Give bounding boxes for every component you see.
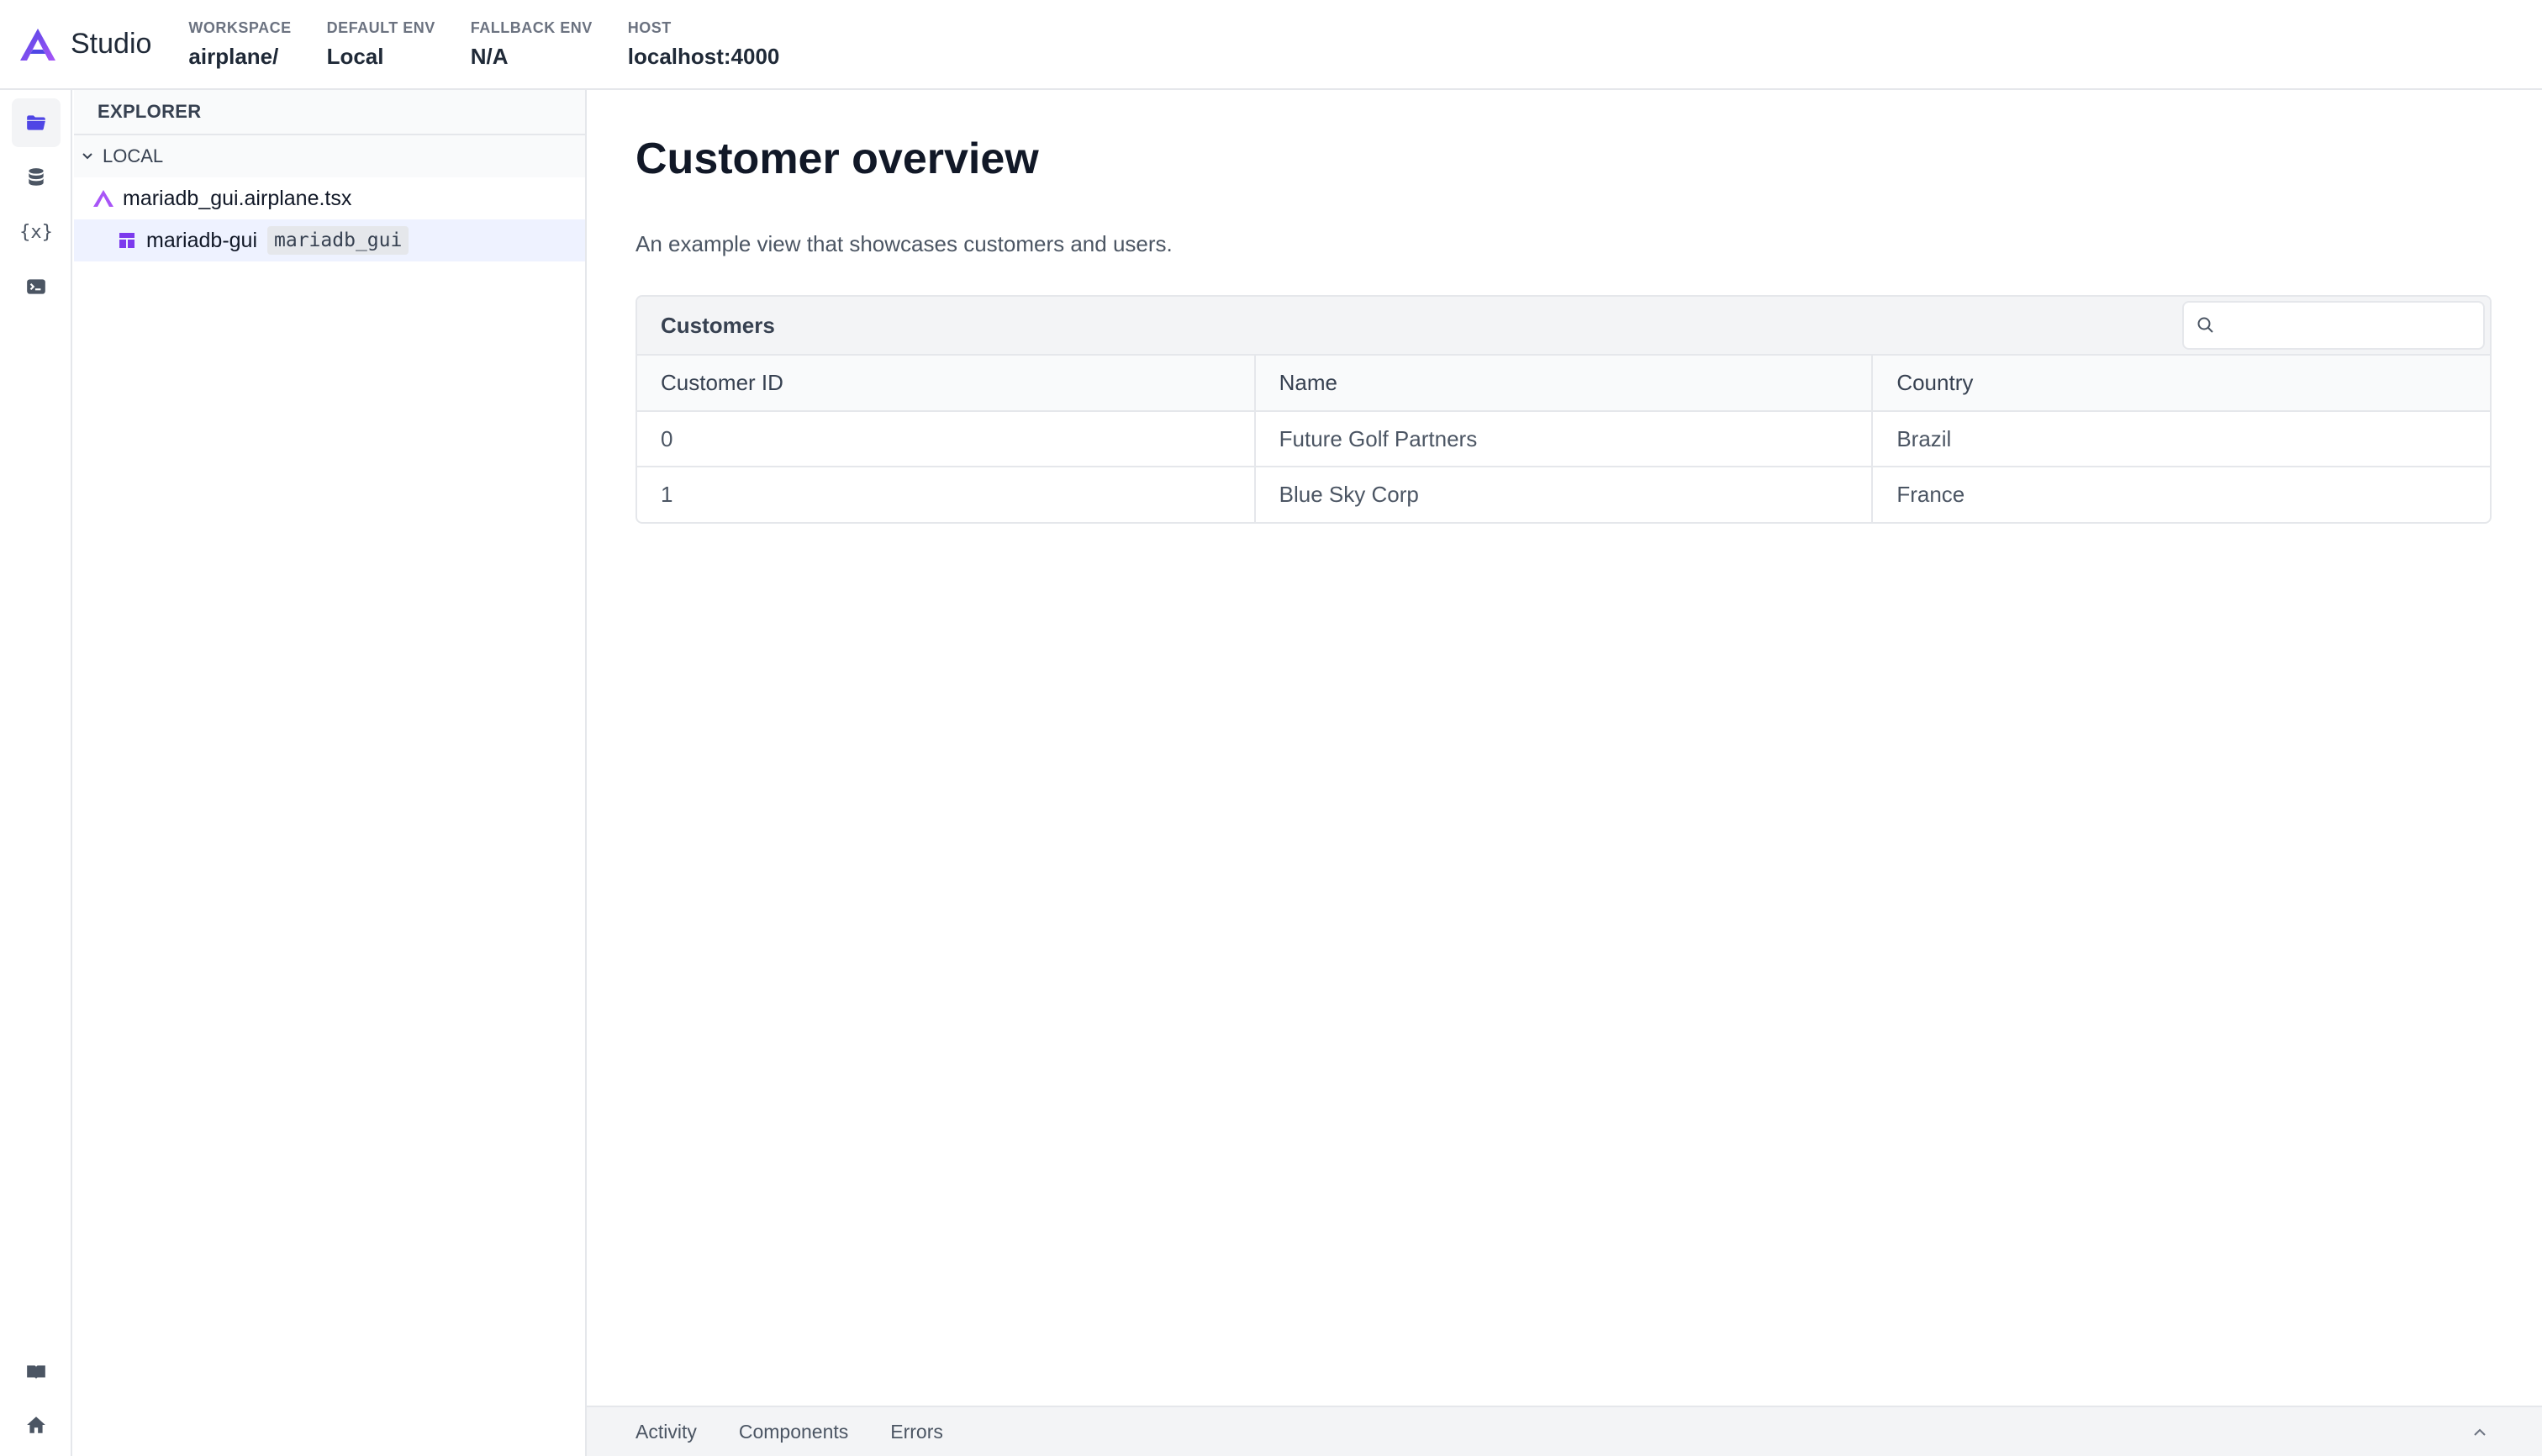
table-cell[interactable]: Brazil [1872, 411, 2490, 467]
airplane-logo-icon [20, 28, 55, 61]
table-cell[interactable]: Future Golf Partners [1254, 411, 1874, 467]
meta-label: HOST [627, 18, 672, 36]
table-header-bar: Customers [637, 297, 2490, 356]
meta-value: Local [326, 43, 384, 69]
database-icon [29, 168, 44, 186]
table-cell[interactable]: 1 [637, 467, 1256, 522]
customers-table-card: Customers Customer ID Name Country 0 Fut… [636, 295, 2492, 524]
column-header[interactable]: Country [1872, 356, 2490, 412]
table-cell[interactable]: Blue Sky Corp [1254, 467, 1874, 522]
meta-value: airplane/ [188, 43, 279, 69]
bottom-panel-bar: Activity Components Errors [587, 1406, 2542, 1456]
chevron-up-icon[interactable] [2468, 1421, 2492, 1444]
meta-label: DEFAULT ENV [326, 18, 435, 36]
rail-terminal-button[interactable] [12, 262, 61, 311]
tab-activity[interactable]: Activity [636, 1421, 697, 1443]
table-title: Customers [661, 312, 775, 338]
brand[interactable]: Studio [18, 27, 151, 62]
variable-icon: {x} [19, 221, 53, 243]
view-icon [119, 233, 134, 248]
tab-components[interactable]: Components [739, 1421, 848, 1443]
rail-resources-button[interactable] [12, 153, 61, 202]
view-slug-chip: mariadb_gui [267, 226, 409, 255]
activity-rail: {x} [0, 90, 72, 1456]
table-header-row: Customer ID Name Country [637, 356, 2490, 412]
rail-explorer-button[interactable] [12, 98, 61, 147]
tree-file-label: mariadb_gui.airplane.tsx [123, 186, 352, 210]
column-header[interactable]: Name [1254, 356, 1874, 412]
chevron-down-icon [82, 153, 92, 160]
table-cell[interactable]: 0 [637, 411, 1256, 467]
tree-file-item[interactable]: mariadb_gui.airplane.tsx [74, 177, 585, 219]
rail-docs-button[interactable] [12, 1348, 61, 1396]
explorer-title: EXPLORER [74, 90, 585, 135]
meta-label: FALLBACK ENV [470, 18, 593, 36]
tree-view-item[interactable]: mariadb-gui mariadb_gui [74, 219, 585, 261]
terminal-icon [27, 279, 45, 294]
tree-section-label: LOCAL [103, 145, 164, 166]
search-input[interactable] [2224, 314, 2476, 337]
meta-value: localhost:4000 [627, 43, 780, 69]
table-row[interactable]: 0 Future Golf Partners Brazil [637, 411, 2490, 467]
search-icon [2197, 317, 2213, 333]
page-title: Customer overview [636, 135, 1039, 183]
view-canvas: Customer overview An example view that s… [587, 90, 2542, 1406]
table-row[interactable]: 1 Blue Sky Corp France [637, 467, 2490, 522]
airplane-file-icon [93, 190, 113, 207]
meta-workspace: WORKSPACE airplane/ [188, 19, 291, 70]
explorer-panel: EXPLORER LOCAL mariadb_gui.airplane.tsx … [74, 90, 587, 1456]
folder-icon [27, 115, 45, 130]
meta-default-env[interactable]: DEFAULT ENV Local [327, 19, 435, 70]
table-cell[interactable]: France [1872, 467, 2490, 522]
page-description: An example view that showcases customers… [636, 231, 1173, 256]
rail-home-button[interactable] [12, 1401, 61, 1449]
env-meta: WORKSPACE airplane/ DEFAULT ENV Local FA… [188, 19, 815, 70]
tree-view-label: mariadb-gui [146, 228, 258, 252]
customers-table: Customer ID Name Country 0 Future Golf P… [637, 356, 2490, 522]
rail-variables-button[interactable]: {x} [12, 208, 61, 256]
tab-errors[interactable]: Errors [890, 1421, 943, 1443]
book-icon [27, 1365, 45, 1380]
meta-value: N/A [470, 43, 509, 69]
home-icon [27, 1416, 45, 1433]
studio-app: Studio WORKSPACE airplane/ DEFAULT ENV L… [0, 0, 2542, 1456]
top-header: Studio WORKSPACE airplane/ DEFAULT ENV L… [0, 0, 2542, 90]
meta-host: HOST localhost:4000 [628, 19, 780, 70]
meta-fallback-env[interactable]: FALLBACK ENV N/A [471, 19, 593, 70]
tree-section-local[interactable]: LOCAL [74, 135, 585, 177]
column-header[interactable]: Customer ID [637, 356, 1256, 412]
app-name: Studio [71, 28, 152, 60]
meta-label: WORKSPACE [188, 18, 292, 36]
table-search[interactable] [2182, 301, 2485, 350]
